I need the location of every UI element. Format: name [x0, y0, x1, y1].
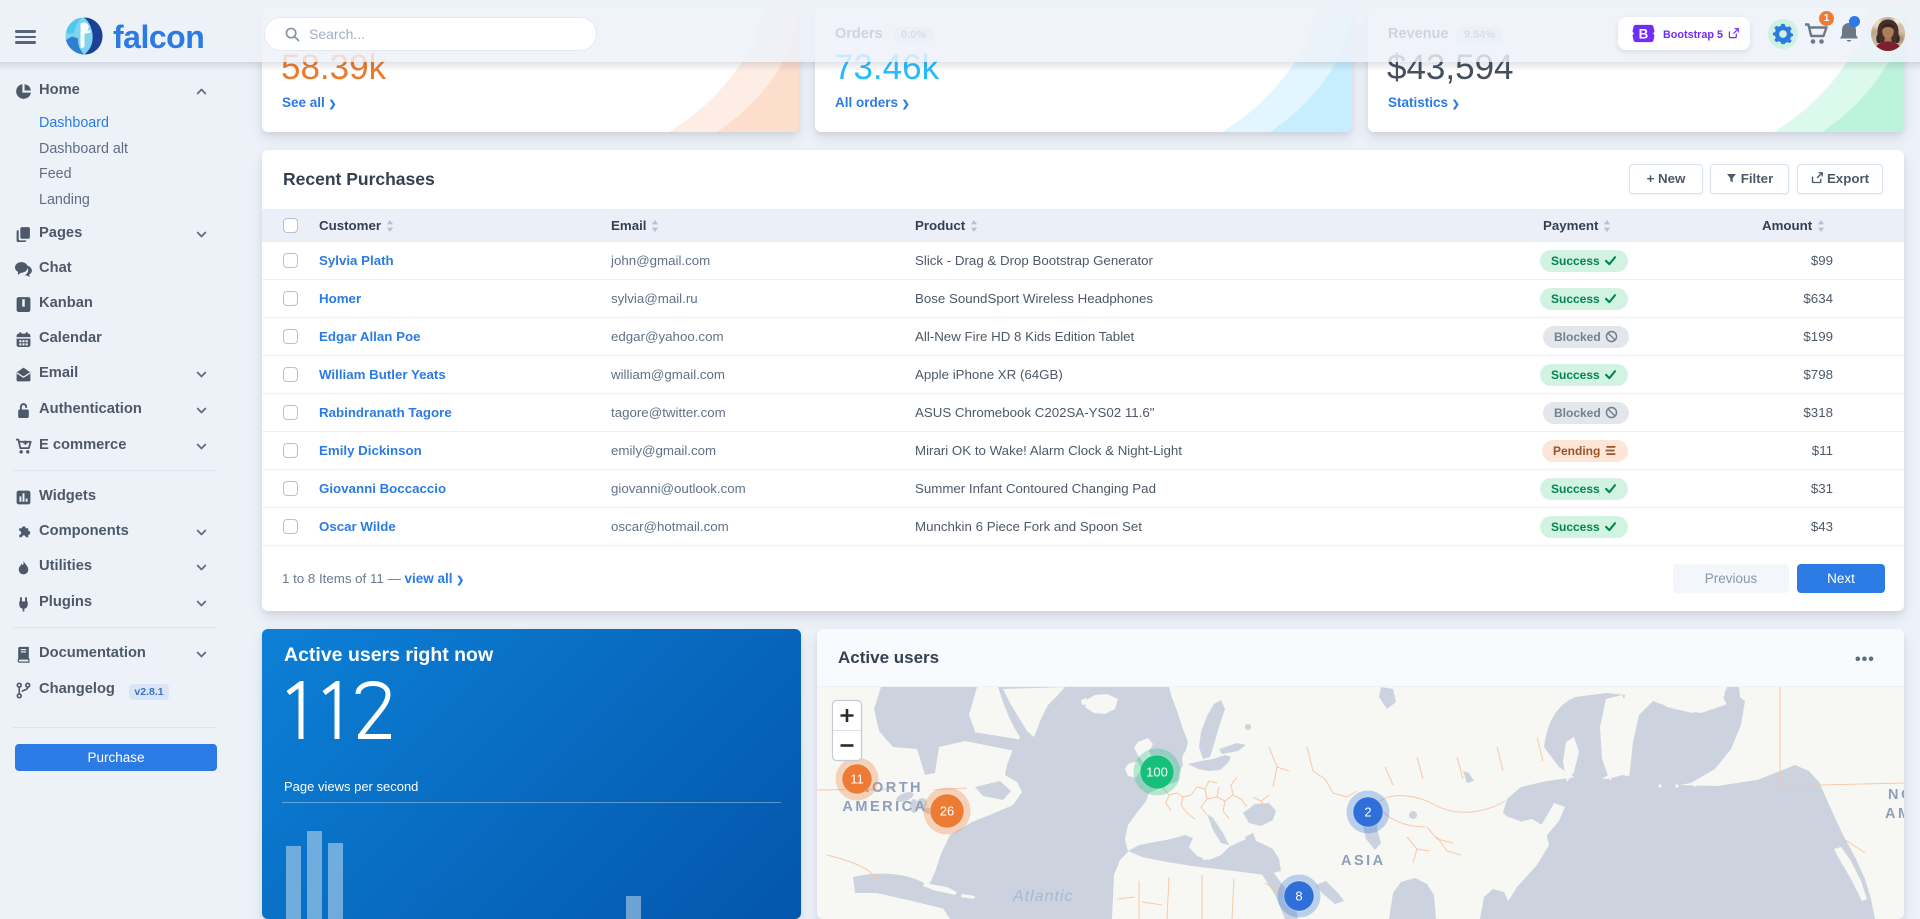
- svg-text:2: 2: [1364, 805, 1371, 820]
- svg-text:NO: NO: [1888, 787, 1904, 803]
- svg-text:100: 100: [1146, 765, 1168, 780]
- svg-text:AMERICA: AMERICA: [842, 799, 927, 815]
- svg-text:11: 11: [850, 772, 864, 787]
- svg-text:ASIA: ASIA: [1341, 853, 1386, 869]
- svg-text:AME: AME: [1885, 806, 1904, 822]
- svg-text:8: 8: [1295, 889, 1302, 904]
- svg-text:26: 26: [940, 804, 954, 819]
- svg-text:Atlantic: Atlantic: [1012, 888, 1073, 905]
- svg-text:B: B: [1639, 26, 1649, 41]
